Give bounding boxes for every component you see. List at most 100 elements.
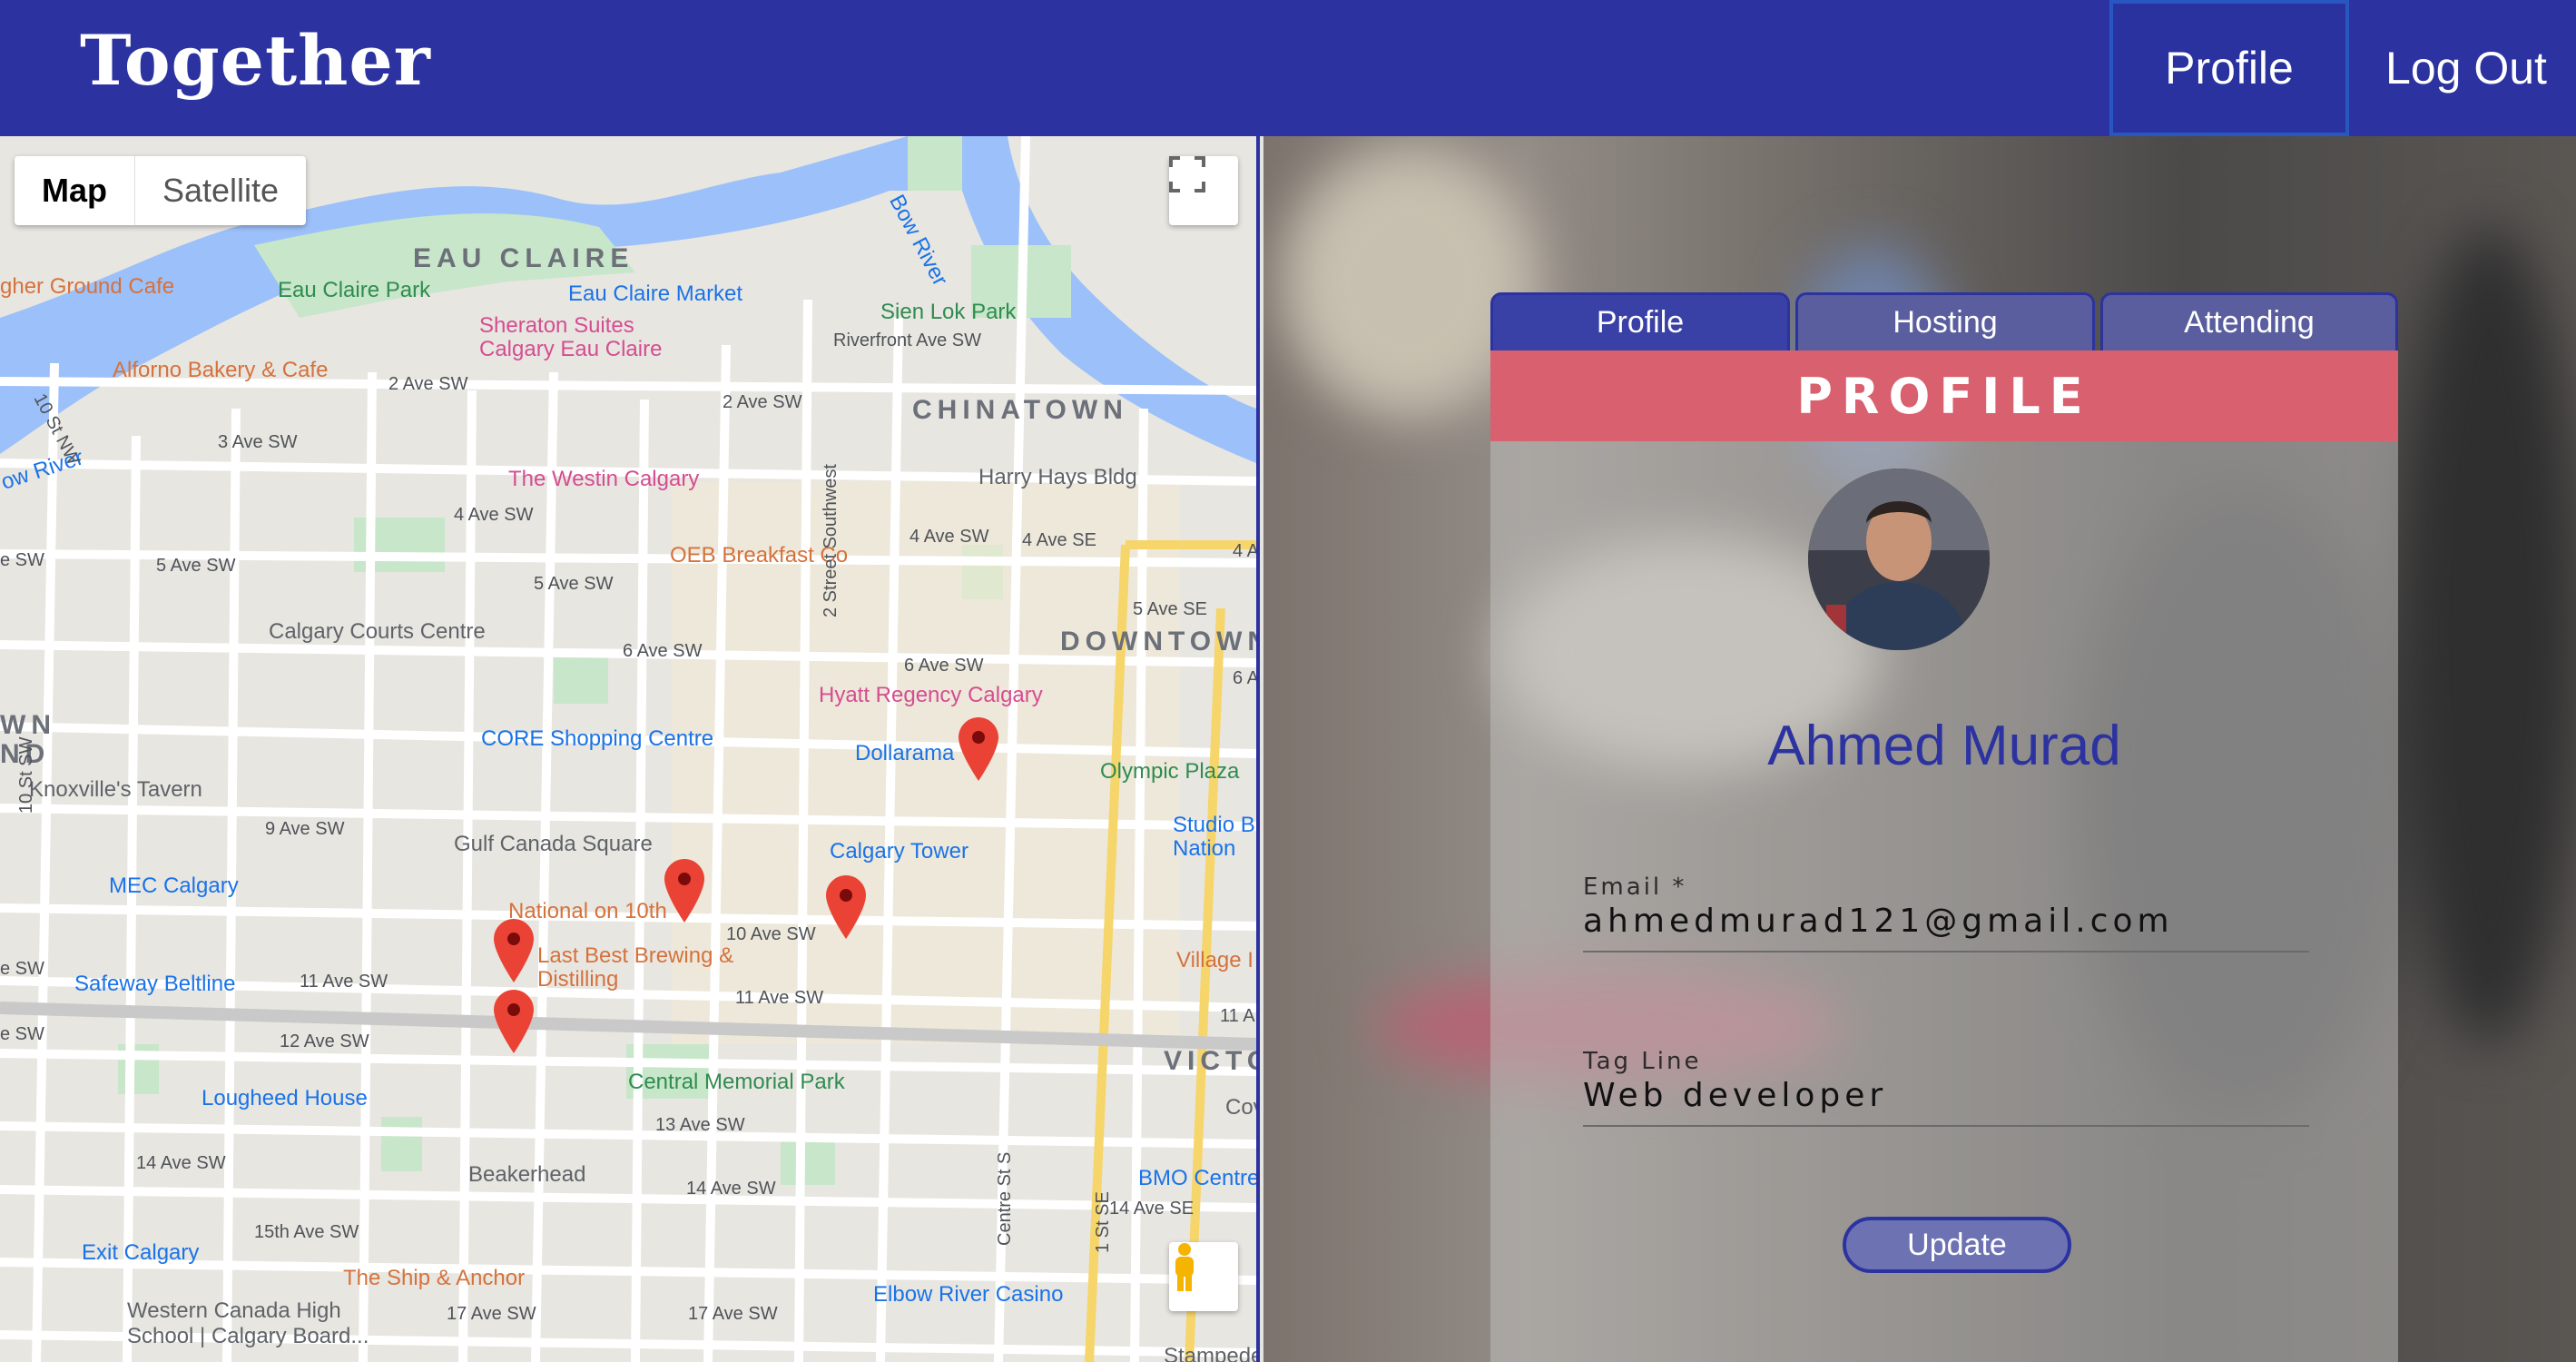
map-place-label[interactable]: Calgary Tower — [830, 839, 968, 864]
district-label: EAU CLAIRE — [413, 243, 634, 273]
district-label: VICTO — [1164, 1046, 1256, 1076]
street-label: 6 Ave SW — [904, 656, 984, 676]
street-label: 17 Ave SW — [447, 1304, 536, 1324]
street-label: 13 Ave SW — [655, 1115, 745, 1135]
street-label: 10 St SW — [16, 736, 36, 814]
street-label: 5 Ave SE — [1133, 599, 1207, 619]
map-place-label[interactable]: Studio B Nation — [1173, 814, 1256, 861]
district-label: CHINATOWN — [912, 395, 1128, 425]
map-type-map-button[interactable]: Map — [15, 156, 134, 225]
map-place-label[interactable]: Calgary Courts Centre — [269, 619, 486, 645]
map-place-label[interactable]: Beakerhead — [468, 1162, 585, 1188]
street-label: 2 Ave SW — [723, 392, 802, 412]
profile-name: Ahmed Murad — [1767, 715, 2121, 777]
map-place-label[interactable]: The Ship & Anchor — [343, 1266, 525, 1291]
map-place-label[interactable]: Sien Lok Park — [880, 300, 1016, 325]
map-place-label: Stampede — [1164, 1344, 1260, 1362]
map-place-label[interactable]: The Westin Calgary — [508, 467, 699, 492]
map-place-label[interactable]: Gulf Canada Square — [454, 832, 653, 857]
street-label: e SW — [0, 959, 44, 979]
map-place-label[interactable]: Olympic Plaza — [1100, 759, 1239, 785]
avatar — [1808, 469, 1990, 650]
profile-card: Profile Hosting Attending PROFILE Ahmed … — [1490, 292, 2398, 1362]
map-place-label[interactable]: Sheraton Suites Calgary Eau Claire — [479, 314, 679, 361]
street-label: 14 Ave SW — [136, 1153, 226, 1173]
street-label: 1 St SE — [1093, 1191, 1113, 1253]
map-type-control: Map Satellite — [15, 156, 307, 225]
app-logo[interactable]: Together — [80, 20, 431, 101]
street-label: Centre St S — [995, 1151, 1015, 1246]
tagline-field[interactable]: Web developer — [1583, 1077, 2309, 1127]
street-label: 15th Ave SW — [254, 1222, 359, 1242]
map-type-satellite-button[interactable]: Satellite — [134, 156, 306, 225]
logo-text: Together — [80, 20, 431, 101]
map-place-label[interactable]: Central Memorial Park — [628, 1070, 845, 1095]
map-marker-icon[interactable] — [494, 990, 534, 1053]
map-place-label[interactable]: Alforno Bakery & Cafe — [113, 358, 328, 383]
card-title: PROFILE — [1490, 350, 2398, 441]
map-place-label[interactable]: Dollarama — [855, 741, 954, 766]
pegman-icon — [1175, 1243, 1194, 1291]
street-label: Riverfront Ave SW — [833, 331, 982, 350]
map-place-label[interactable]: Hyatt Regency Calgary — [819, 683, 1043, 708]
fullscreen-icon — [1169, 156, 1205, 192]
card-body: Ahmed Murad Email * ahmedmurad121@gmail.… — [1490, 441, 2398, 1362]
nav-profile-link[interactable]: Profile — [2109, 0, 2349, 136]
tab-profile[interactable]: Profile — [1490, 292, 1790, 350]
street-label: 11 A — [1220, 1006, 1255, 1026]
map-panel[interactable]: EAU CLAIRE CHINATOWN DOWNTOWN WN ND VICT… — [0, 136, 1260, 1362]
street-label: 5 Ave SW — [156, 556, 236, 576]
fullscreen-button[interactable] — [1169, 156, 1238, 225]
email-field[interactable]: ahmedmurad121@gmail.com — [1583, 903, 2309, 952]
map-place-label[interactable]: CORE Shopping Centre — [481, 726, 713, 752]
update-button[interactable]: Update — [1843, 1217, 2071, 1273]
street-label: 6 A — [1233, 668, 1259, 688]
map-marker-icon[interactable] — [664, 859, 704, 923]
map-place-label[interactable]: Eau Claire Park — [278, 278, 430, 303]
street-label: 9 Ave SW — [265, 819, 345, 839]
street-label: 2 Ave SW — [388, 374, 468, 394]
street-label: 17 Ave SW — [688, 1304, 778, 1324]
tab-attending[interactable]: Attending — [2100, 292, 2398, 350]
street-label: 14 Ave SW — [686, 1179, 776, 1199]
map-place-label[interactable]: Knoxville's Tavern — [29, 777, 202, 803]
map-place-label[interactable]: gher Ground Cafe — [0, 274, 174, 300]
map-marker-icon[interactable] — [494, 919, 534, 982]
street-label: 3 Ave SW — [218, 432, 298, 452]
map-marker-icon[interactable] — [826, 875, 866, 939]
map-place-label[interactable]: Exit Calgary — [82, 1240, 199, 1266]
district-label: DOWNTOWN — [1060, 627, 1260, 656]
street-label: 5 Ave SW — [534, 574, 614, 594]
map-place-label[interactable]: MEC Calgary — [109, 873, 239, 899]
tagline-label: Tag Line — [1583, 1048, 1702, 1075]
tab-hosting[interactable]: Hosting — [1795, 292, 2095, 350]
email-label: Email * — [1583, 873, 1687, 901]
card-tabs: Profile Hosting Attending — [1490, 292, 2398, 350]
top-navbar: Together Profile Log Out — [0, 0, 2576, 136]
street-label: 14 Ave SE — [1109, 1199, 1195, 1219]
street-view-button[interactable] — [1169, 1242, 1238, 1311]
map-place-label[interactable]: Last Best Brewing & Distilling — [537, 944, 755, 992]
street-label: 2 Street Southwest — [821, 464, 841, 617]
street-label: 6 Ave SW — [623, 641, 703, 661]
street-label: 11 Ave SW — [300, 972, 388, 992]
map-place-label[interactable]: Eau Claire Market — [568, 281, 742, 307]
map-marker-icon[interactable] — [959, 717, 998, 781]
map-place-label[interactable]: Village I — [1176, 948, 1254, 973]
street-label: 4 Ave SW — [454, 505, 534, 525]
map-place-label[interactable]: Western Canada High School | Calgary Boa… — [127, 1298, 399, 1349]
map-place-label[interactable]: BMO Centre — [1138, 1166, 1256, 1191]
map-place-label[interactable]: Elbow River Casino — [873, 1282, 1063, 1308]
street-label: 12 Ave SW — [280, 1031, 369, 1051]
map-place-label: Cov — [1225, 1095, 1256, 1120]
street-label: 11 Ave SW — [735, 988, 824, 1008]
map-place-label[interactable]: Lougheed House — [202, 1086, 368, 1111]
street-label: 4 Ave SW — [909, 527, 989, 547]
nav-logout-link[interactable]: Log Out — [2356, 0, 2576, 136]
street-label: e SW — [0, 550, 44, 570]
avatar-photo — [1808, 469, 1990, 650]
street-label: 4 A — [1233, 541, 1259, 561]
street-label: 4 Ave SE — [1022, 530, 1096, 550]
map-place-label[interactable]: Harry Hays Bldg — [978, 465, 1137, 490]
map-place-label[interactable]: Safeway Beltline — [74, 972, 235, 997]
